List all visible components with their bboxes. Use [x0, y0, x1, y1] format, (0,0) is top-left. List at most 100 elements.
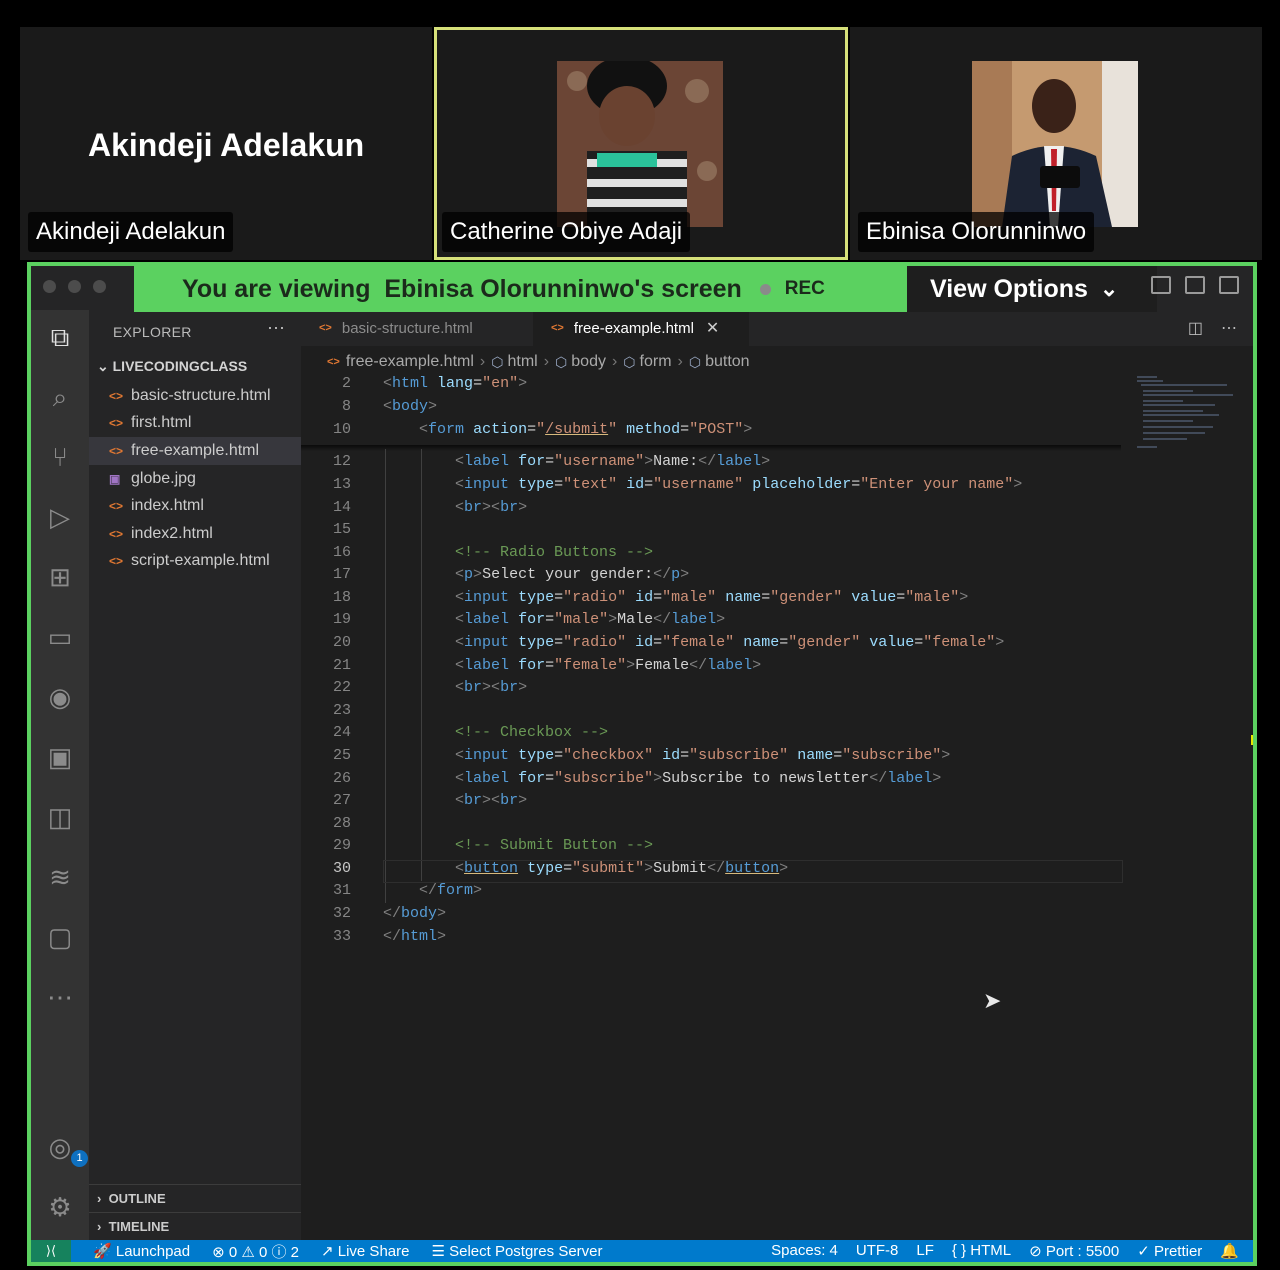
- database-icon[interactable]: ◫: [43, 800, 77, 834]
- explorer-icon[interactable]: ⧉: [43, 320, 77, 354]
- html-file-icon: <>: [109, 554, 124, 569]
- run-debug-icon[interactable]: ▷: [43, 500, 77, 534]
- file-item-first[interactable]: <> first.html: [89, 410, 301, 438]
- element-icon: ⬡: [555, 353, 568, 370]
- file-item-index[interactable]: <> index.html: [89, 492, 301, 520]
- line-number: 14: [332, 499, 351, 516]
- source-control-icon[interactable]: ⑂: [43, 440, 77, 474]
- chevron-right-icon: ›: [479, 353, 486, 370]
- line-number: 13: [332, 476, 351, 493]
- tree-view-icon[interactable]: ▣: [43, 740, 77, 774]
- notifications-icon[interactable]: 🔔: [1220, 1242, 1239, 1260]
- html-file-icon: <>: [551, 322, 564, 334]
- docker-icon[interactable]: ≋: [43, 860, 77, 894]
- extensions-icon[interactable]: ⊞: [43, 560, 77, 594]
- maximize-window-button[interactable]: [93, 280, 106, 293]
- outline-section[interactable]: › OUTLINE: [89, 1184, 301, 1212]
- minimap-line: [1143, 394, 1233, 396]
- timeline-label: TIMELINE: [108, 1219, 170, 1234]
- github-icon[interactable]: ◉: [43, 680, 77, 714]
- prettier-item[interactable]: ✓ Prettier: [1137, 1242, 1202, 1260]
- code-line: <body>: [383, 398, 438, 415]
- toggle-panel-icon[interactable]: [1185, 276, 1205, 294]
- problems-item[interactable]: ⊗ 0 ⚠ 0 ⓘ 2: [212, 1241, 299, 1262]
- scrollbar-marker[interactable]: [1251, 735, 1253, 745]
- more-actions-icon[interactable]: ⋯: [267, 318, 285, 339]
- breadcrumb-body[interactable]: body: [571, 353, 606, 371]
- code-line: </html>: [383, 928, 447, 945]
- minimap-line: [1143, 420, 1193, 422]
- participant-tile-catherine[interactable]: Catherine Obiye Adaji: [434, 27, 848, 260]
- html-file-icon: <>: [109, 526, 124, 541]
- breadcrumb-html[interactable]: html: [507, 353, 537, 371]
- breadcrumb-button[interactable]: button: [705, 353, 749, 371]
- file-item-basic-structure[interactable]: <> basic-structure.html: [89, 382, 301, 410]
- file-item-globe[interactable]: ▣ globe.jpg: [89, 465, 301, 493]
- minimap-line: [1143, 438, 1187, 440]
- participant-video-ebinisa: [972, 61, 1138, 227]
- more-actions-icon[interactable]: ⋯: [1221, 318, 1237, 338]
- file-item-free-example[interactable]: <> free-example.html: [89, 437, 301, 465]
- account-icon[interactable]: ◎ 1: [43, 1130, 88, 1167]
- code-line: <br><br>: [455, 499, 528, 516]
- participant-tile-akindeji[interactable]: Akindeji Adelakun Akindeji Adelakun: [20, 27, 432, 260]
- minimap[interactable]: [1135, 374, 1245, 464]
- breadcrumb-form[interactable]: form: [640, 353, 672, 371]
- eol-item[interactable]: LF: [916, 1242, 934, 1260]
- close-tab-icon[interactable]: ✕: [706, 318, 719, 338]
- participant-tile-ebinisa[interactable]: Ebinisa Olorunninwo: [850, 27, 1262, 260]
- line-number: 18: [332, 589, 351, 606]
- spaces-item[interactable]: Spaces: 4: [771, 1242, 838, 1260]
- editor-tabs: <> basic-structure.html <> free-example.…: [301, 310, 1253, 346]
- launchpad-item[interactable]: 🚀 Launchpad: [93, 1242, 190, 1260]
- plugin-icon[interactable]: ▢: [43, 920, 77, 954]
- settings-gear-icon[interactable]: ⚙: [43, 1190, 77, 1224]
- launchpad-label: Launchpad: [115, 1243, 191, 1260]
- chevron-down-icon: ⌄: [97, 358, 113, 374]
- minimize-window-button[interactable]: [68, 280, 81, 293]
- file-name: first.html: [131, 414, 192, 432]
- html-file-icon: <>: [327, 356, 340, 368]
- toggle-secondary-sidebar-icon[interactable]: [1219, 276, 1239, 294]
- port-item[interactable]: ⊘ Port : 5500: [1029, 1242, 1119, 1260]
- language-item[interactable]: { } HTML: [952, 1242, 1011, 1260]
- folder-name: LIVECODINGCLASS: [112, 358, 248, 374]
- minimap-line: [1143, 400, 1183, 402]
- toggle-sidebar-icon[interactable]: [1151, 276, 1171, 294]
- remote-explorer-icon[interactable]: ▭: [43, 620, 77, 654]
- file-item-index2[interactable]: <> index2.html: [89, 520, 301, 548]
- search-icon[interactable]: ⌕: [43, 380, 77, 414]
- line-number: 20: [332, 634, 351, 651]
- view-options-button[interactable]: View Options ⌄: [907, 266, 1157, 312]
- code-line: <input type="checkbox" id="subscribe" na…: [455, 747, 951, 764]
- participants-strip: Akindeji Adelakun Akindeji Adelakun Cath…: [0, 0, 1280, 262]
- mouse-pointer-icon: ➤: [983, 988, 1002, 1013]
- close-window-button[interactable]: [43, 280, 56, 293]
- postgres-item[interactable]: ☰ Select Postgres Server: [431, 1242, 602, 1260]
- breadcrumb-file[interactable]: free-example.html: [346, 353, 474, 371]
- code-line: <br><br>: [455, 792, 528, 809]
- code-line: <button type="submit">Submit</button>: [455, 860, 789, 877]
- line-number: 16: [332, 544, 351, 561]
- participant-name-label: Akindeji Adelakun: [28, 212, 234, 252]
- minimap-line: [1143, 390, 1193, 392]
- live-share-label: Live Share: [337, 1243, 410, 1260]
- encoding-item[interactable]: UTF-8: [856, 1242, 899, 1260]
- more-icon[interactable]: ⋯: [43, 980, 77, 1014]
- folder-header[interactable]: ⌄ LIVECODINGCLASS: [97, 358, 247, 375]
- tab-label: basic-structure.html: [341, 319, 473, 337]
- file-name: globe.jpg: [131, 469, 196, 487]
- layout-controls: [1151, 276, 1239, 294]
- tab-basic-structure[interactable]: <> basic-structure.html: [301, 310, 531, 346]
- line-number: 8: [341, 398, 351, 415]
- file-item-script-example[interactable]: <> script-example.html: [89, 548, 301, 576]
- live-share-item[interactable]: ↗ Live Share: [321, 1242, 409, 1260]
- timeline-section[interactable]: › TIMELINE: [89, 1212, 301, 1240]
- editor-actions: ◫ ⋯: [1188, 318, 1237, 338]
- remote-indicator-icon[interactable]: ⟩⟨: [31, 1240, 71, 1262]
- element-icon: ⬡: [688, 353, 702, 370]
- split-editor-icon[interactable]: ◫: [1188, 318, 1203, 338]
- line-number: 22: [332, 679, 351, 696]
- tab-free-example[interactable]: <> free-example.html ✕: [533, 310, 749, 346]
- html-file-icon: <>: [319, 322, 332, 334]
